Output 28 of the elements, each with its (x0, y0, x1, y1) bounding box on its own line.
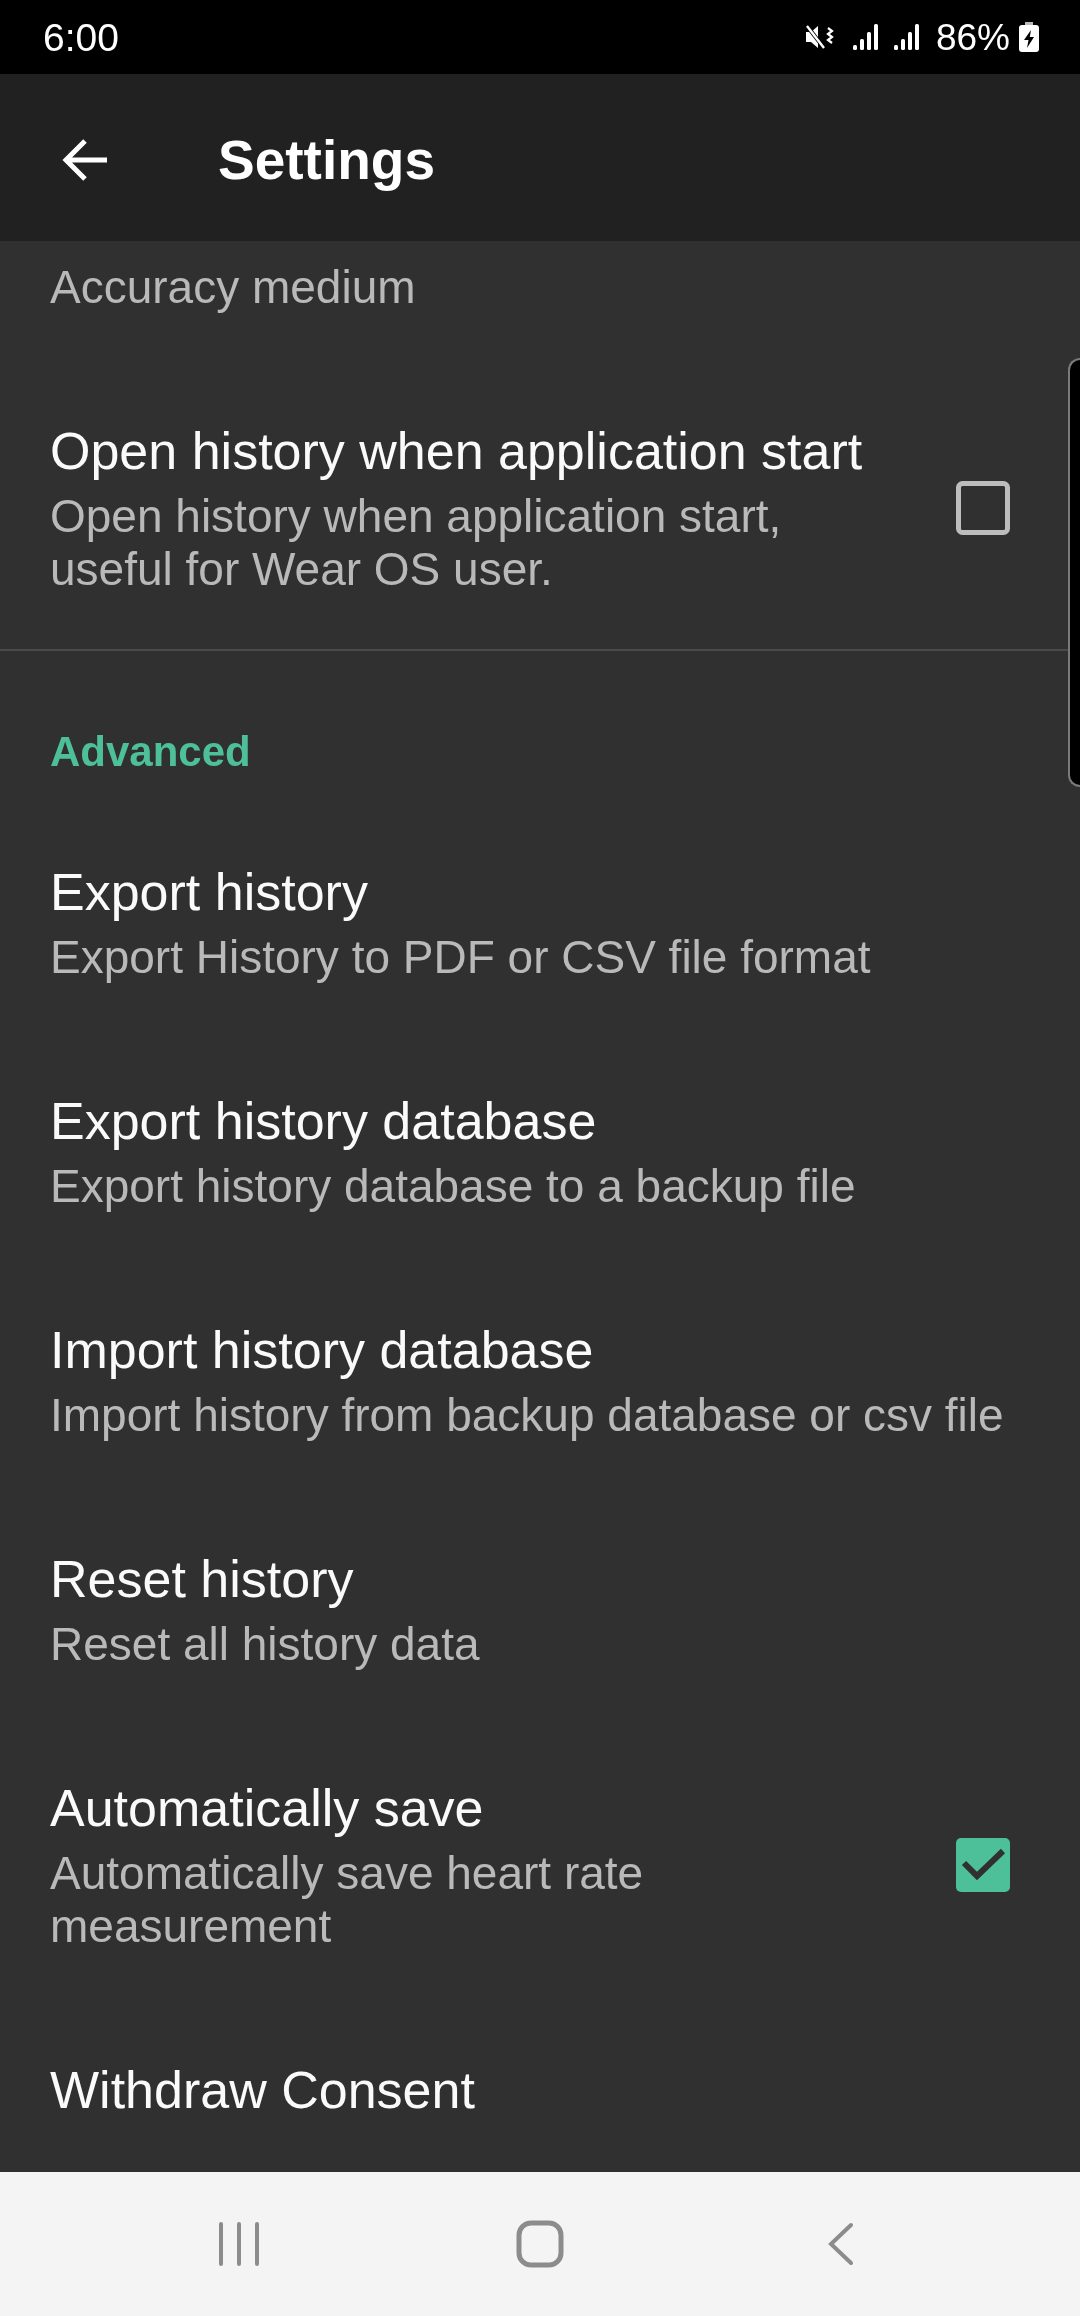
setting-summary: Accuracy medium (50, 261, 417, 314)
setting-title[interactable]: Reset history (50, 1548, 1050, 1610)
category-header: Advanced (50, 727, 251, 777)
checkbox[interactable] (956, 481, 1010, 535)
setting-title[interactable]: Open history when application start (50, 420, 890, 482)
setting-title[interactable]: Automatically save (50, 1777, 890, 1839)
recent-apps-icon[interactable] (218, 2222, 261, 2266)
setting-summary: Open history when application start, useful for Wear OS user. (50, 490, 783, 596)
home-icon[interactable] (516, 2220, 564, 2268)
checkbox[interactable] (956, 1838, 1010, 1892)
signal-icon (892, 24, 921, 50)
signal-icon (851, 24, 880, 50)
status-time: 6:00 (43, 17, 119, 57)
back-icon[interactable] (827, 2222, 855, 2266)
setting-summary: Reset all history data (50, 1618, 481, 1671)
mute-icon (804, 24, 835, 50)
setting-summary: Automatically save heart rate measurement (50, 1847, 645, 1953)
setting-title[interactable]: Export history (50, 861, 1050, 923)
setting-summary: Export history database to a backup file (50, 1160, 857, 1213)
setting-title[interactable]: Import history database (50, 1319, 1050, 1381)
battery-charging-icon (1018, 22, 1040, 52)
setting-summary: Import history from backup database or csv file (50, 1389, 1005, 1442)
setting-title[interactable]: Withdraw Consent (50, 2059, 1050, 2121)
setting-summary: Export History to PDF or CSV file format (50, 931, 872, 984)
battery-percent: 86% (935, 18, 1010, 56)
setting-title[interactable]: Export history database (50, 1090, 1050, 1152)
scrollbar-thumb[interactable] (1068, 358, 1080, 787)
screen-title: Settings (218, 127, 435, 193)
